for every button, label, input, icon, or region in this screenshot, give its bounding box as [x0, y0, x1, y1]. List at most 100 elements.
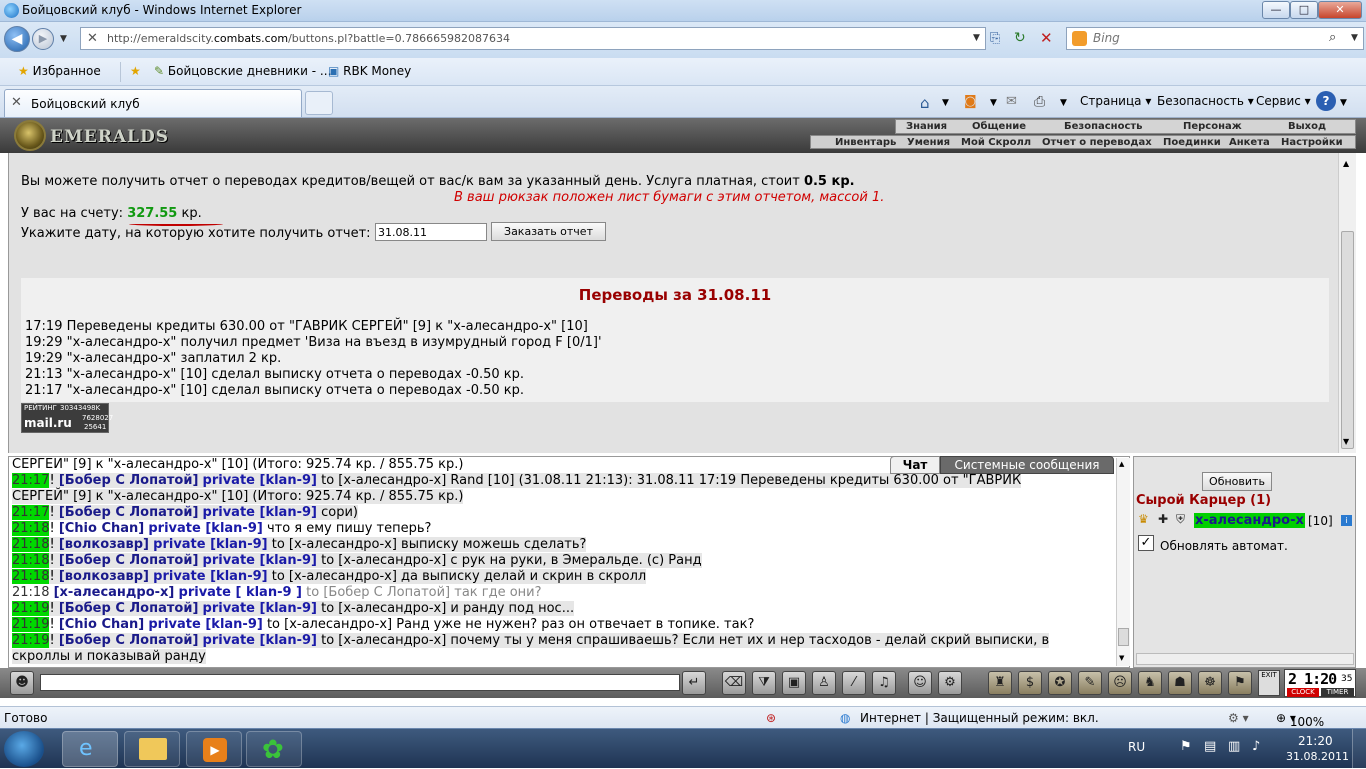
scroll-up-icon[interactable]: ▲: [1119, 460, 1124, 468]
tab-fight-club[interactable]: ✕ Бойцовский клуб: [4, 89, 302, 117]
tray-volume-icon[interactable]: ♪: [1252, 739, 1260, 754]
flag-icon[interactable]: ⚑: [1228, 671, 1252, 695]
search-dropdown-icon[interactable]: ▼: [1351, 33, 1358, 43]
show-desktop-button[interactable]: [1352, 729, 1366, 769]
minimize-button[interactable]: —: [1262, 1, 1290, 19]
exit-button[interactable]: EXIT: [1258, 670, 1280, 696]
language-indicator[interactable]: RU: [1128, 740, 1145, 754]
rss-icon[interactable]: ◙: [964, 94, 977, 109]
menu-inventory[interactable]: Инвентарь: [835, 137, 896, 148]
clan-chat-icon[interactable]: ⚙: [938, 671, 962, 695]
menu-knowledge[interactable]: Знания: [906, 121, 947, 132]
favorite-link-rbk[interactable]: ▣ RBK Money: [328, 64, 411, 78]
content-scrollbar[interactable]: ▲ ▼: [1338, 153, 1356, 453]
scroll-thumb[interactable]: [1341, 231, 1354, 449]
fighter-icon[interactable]: ♙: [812, 671, 836, 695]
eraser-icon[interactable]: ⌫: [722, 671, 746, 695]
scroll-icon[interactable]: ✎: [1078, 671, 1102, 695]
scroll-down-icon[interactable]: ▼: [1343, 437, 1349, 446]
scroll-down-icon[interactable]: ▼: [1119, 654, 1124, 662]
help-button[interactable]: ?: [1316, 91, 1336, 111]
taskbar-media[interactable]: ▶: [186, 731, 242, 767]
info-icon[interactable]: i: [1341, 515, 1352, 526]
back-button[interactable]: ◀: [4, 26, 30, 52]
url-dropdown-icon[interactable]: ▼: [973, 33, 980, 43]
start-button[interactable]: [4, 731, 44, 767]
menu-security[interactable]: Безопасность: [1064, 121, 1143, 132]
tray-device-icon[interactable]: ▤: [1204, 739, 1216, 754]
history-dropdown-icon[interactable]: ▼: [60, 34, 67, 44]
help-dropdown-icon[interactable]: ▼: [1340, 98, 1347, 108]
print-icon[interactable]: ⎙: [1034, 94, 1045, 110]
scroll-up-icon[interactable]: ▲: [1343, 159, 1349, 168]
tray-date[interactable]: 31.08.2011: [1286, 750, 1349, 763]
order-report-button[interactable]: Заказать отчет: [491, 222, 606, 241]
face-icon[interactable]: ☹: [1108, 671, 1132, 695]
tray-time[interactable]: 21:20: [1298, 734, 1333, 748]
chat-options-icon[interactable]: ☻: [10, 671, 34, 695]
search-icon[interactable]: ⌕: [1329, 30, 1336, 45]
translit-icon[interactable]: ⁄: [842, 671, 866, 695]
favorites-button[interactable]: ★ Избранное: [18, 64, 101, 78]
search-box[interactable]: ⌕ ▼: [1066, 27, 1364, 50]
forward-button[interactable]: ▶: [32, 28, 54, 50]
menu-character[interactable]: Персонаж: [1183, 121, 1242, 132]
close-window-button[interactable]: ✕: [1318, 1, 1362, 19]
smiley-icon[interactable]: ☺: [908, 671, 932, 695]
date-input[interactable]: [375, 223, 487, 241]
medal-icon[interactable]: ✪: [1048, 671, 1072, 695]
stop-icon[interactable]: ✕: [1040, 29, 1058, 47]
refresh-room-button[interactable]: Обновить: [1202, 472, 1272, 491]
security-zone[interactable]: Интернет | Защищенный режим: вкл.: [860, 711, 1099, 725]
player-name-link[interactable]: х-алесандро-х: [1194, 513, 1305, 528]
filter-icon[interactable]: ⧩: [752, 671, 776, 695]
mailru-rating-counter[interactable]: РЕЙТИНГ 30343498K mail.ru 7628027 25641: [21, 403, 113, 433]
taskbar-ie[interactable]: e: [62, 731, 118, 767]
zoom-level[interactable]: ⊕ 100% ▾: [1276, 711, 1324, 729]
url-text[interactable]: http://emeraldscity.combats.com/buttons.…: [107, 32, 510, 45]
rss-dropdown-icon[interactable]: ▼: [990, 98, 997, 108]
save-icon[interactable]: ▣: [782, 671, 806, 695]
money-icon[interactable]: $: [1018, 671, 1042, 695]
favorite-link-diaries[interactable]: ✎ Бойцовские дневники - ...: [154, 64, 331, 78]
menu-transfer-report[interactable]: Отчет о переводах: [1042, 137, 1152, 148]
maximize-button[interactable]: □: [1290, 1, 1318, 19]
menu-my-scroll[interactable]: Мой Скролл: [961, 137, 1031, 148]
refresh-icon[interactable]: ↻: [1014, 30, 1032, 48]
mail-icon[interactable]: ✉: [1006, 94, 1017, 109]
panel-hscrollbar[interactable]: [1136, 653, 1354, 665]
add-favorite-icon[interactable]: ★: [130, 64, 141, 78]
tray-network-icon[interactable]: ▥: [1228, 739, 1240, 754]
armor-icon[interactable]: ♞: [1138, 671, 1162, 695]
menu-battles[interactable]: Поединки: [1163, 137, 1221, 148]
protected-mode-icon[interactable]: ⚙ ▾: [1228, 711, 1249, 725]
chat-scrollbar[interactable]: ▲ ▼: [1116, 458, 1130, 666]
print-dropdown-icon[interactable]: ▼: [1060, 98, 1067, 108]
tab-chat[interactable]: Чат: [890, 456, 940, 474]
friends-icon[interactable]: ☸: [1198, 671, 1222, 695]
compat-view-icon[interactable]: ⎘: [990, 31, 1008, 49]
safety-menu[interactable]: Безопасность ▾: [1157, 94, 1254, 108]
new-tab-button[interactable]: [305, 91, 333, 115]
taskbar-icq[interactable]: ✿: [246, 731, 302, 767]
menu-social[interactable]: Общение: [972, 121, 1026, 132]
menu-skills[interactable]: Умения: [907, 137, 950, 148]
search-input[interactable]: [1093, 31, 1333, 45]
popup-blocker-icon[interactable]: ⊛: [766, 711, 776, 725]
home-icon[interactable]: ⌂: [920, 94, 930, 112]
menu-settings[interactable]: Настройки: [1281, 137, 1343, 148]
page-menu[interactable]: Страница ▾: [1080, 94, 1151, 108]
auto-refresh-checkbox[interactable]: ✓: [1138, 535, 1154, 551]
tray-flag-icon[interactable]: ⚑: [1180, 739, 1192, 754]
menu-profile[interactable]: Анкета: [1229, 137, 1270, 148]
home-dropdown-icon[interactable]: ▼: [942, 98, 949, 108]
send-icon[interactable]: ↵: [682, 671, 706, 695]
group-icon[interactable]: ☗: [1168, 671, 1192, 695]
taskbar-explorer[interactable]: [124, 731, 180, 767]
menu-exit[interactable]: Выход: [1288, 121, 1326, 132]
chat-message-input[interactable]: [40, 674, 680, 691]
address-bar[interactable]: ✕ http://emeraldscity.combats.com/button…: [80, 27, 986, 50]
tools-menu[interactable]: Сервис ▾: [1256, 94, 1311, 108]
bag-icon[interactable]: ♜: [988, 671, 1012, 695]
scroll-thumb[interactable]: [1118, 628, 1129, 646]
